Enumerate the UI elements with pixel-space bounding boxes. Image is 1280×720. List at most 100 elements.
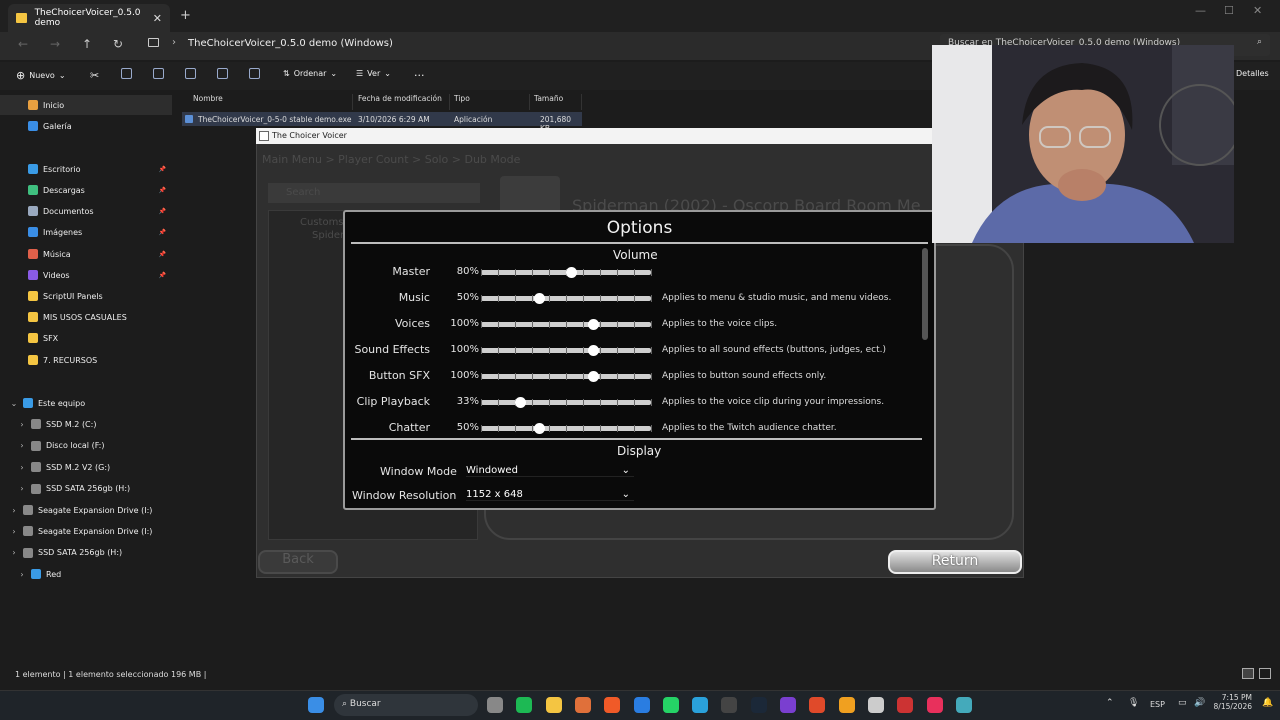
chevron-right-icon[interactable]: › [16,484,28,493]
chevron-right-icon[interactable]: › [16,570,28,579]
chevron-right-icon[interactable]: › [8,506,20,515]
sidebar-item[interactable]: MIS USOS CASUALES [0,307,172,327]
explorer-tab[interactable]: TheChoicerVoicer_0.5.0 demo ✕ [8,4,170,32]
return-button[interactable]: Return [888,550,1022,574]
back-button[interactable]: Back [258,550,338,574]
taskbar-app-icon[interactable] [955,697,972,713]
volume-slider[interactable] [481,397,652,408]
pin-icon[interactable]: 📌 [159,208,166,215]
copy-icon[interactable] [121,68,132,79]
slider-knob[interactable] [515,397,527,408]
drive-item[interactable]: › Disco local (F:) [0,436,172,456]
sidebar-item[interactable]: SFX [0,328,172,348]
refresh-icon[interactable]: ↻ [113,37,123,51]
taskbar-app-icon[interactable] [604,697,621,713]
taskbar-app-icon[interactable] [750,697,767,713]
rename-icon[interactable] [185,68,196,79]
drive-item[interactable]: › Seagate Expansion Drive (I:) [0,521,172,541]
slider-knob[interactable] [566,267,578,278]
options-scrollbar[interactable] [922,248,928,340]
chevron-down-icon[interactable]: ⌄ [8,399,20,408]
pin-icon[interactable]: 📌 [159,166,166,173]
sidebar-item[interactable]: Videos 📌 [0,265,172,285]
drive-item[interactable]: › Red [0,564,172,584]
sidebar-item[interactable]: Inicio [0,95,172,115]
slider-knob[interactable] [588,319,600,330]
file-row[interactable]: TheChoicerVoicer_0-5-0 stable demo.exe 3… [182,112,582,133]
volume-slider[interactable] [481,423,652,434]
taskbar-app-icon[interactable] [838,697,855,713]
taskbar-app-icon[interactable] [780,697,796,713]
minimize-icon[interactable]: — [1195,4,1206,17]
chevron-up-icon[interactable]: ⌃ [1106,698,1114,708]
taskbar-app-icon[interactable] [926,697,943,713]
pin-icon[interactable]: 📌 [159,251,166,258]
close-tab-icon[interactable]: ✕ [153,12,162,25]
resolution-select[interactable]: 1152 x 648 ⌄ [466,489,634,501]
volume-slider[interactable] [481,345,652,356]
window-mode-select[interactable]: Windowed ⌄ [466,465,634,477]
share-icon[interactable] [217,68,228,79]
pin-icon[interactable]: 📌 [159,229,166,236]
column-header-date[interactable]: Fecha de modificación [354,94,450,110]
drive-item[interactable]: › SSD SATA 256gb (H:) [0,479,172,499]
volume-slider[interactable] [481,267,652,278]
start-icon[interactable] [308,697,324,713]
sidebar-item[interactable]: 7. RECURSOS [0,350,172,370]
clock[interactable]: 7:15 PM 8/15/2026 [1212,693,1252,711]
taskbar-app-icon[interactable] [809,697,826,713]
maximize-icon[interactable]: ☐ [1224,4,1234,17]
taskbar-app-icon[interactable] [633,697,650,713]
sidebar-item[interactable]: Escritorio 📌 [0,159,172,179]
back-arrow-icon[interactable]: ← [18,37,28,51]
taskbar-app-icon[interactable] [721,697,738,713]
taskbar-search[interactable]: ⌕ Buscar [334,694,478,716]
language-indicator[interactable]: ESP [1150,700,1165,709]
microphone-icon[interactable]: 🎙 [1128,698,1139,708]
taskbar-app-icon[interactable] [487,697,503,713]
taskbar-app-icon[interactable] [516,697,533,713]
slider-knob[interactable] [533,423,545,434]
slider-knob[interactable] [533,293,545,304]
forward-arrow-icon[interactable]: → [50,37,60,51]
sidebar-item[interactable]: Galería [0,116,172,136]
up-arrow-icon[interactable]: ↑ [82,37,92,51]
more-button[interactable]: ··· [414,69,425,82]
slider-knob[interactable] [588,371,600,382]
new-tab-button[interactable]: + [180,8,191,23]
delete-icon[interactable] [249,68,260,79]
volume-slider[interactable] [481,293,652,304]
taskbar-app-icon[interactable] [867,697,884,713]
chevron-right-icon[interactable]: › [8,548,20,557]
slider-knob[interactable] [588,345,600,356]
paste-icon[interactable] [153,68,164,79]
taskbar-app-icon[interactable] [692,697,709,713]
column-header-name[interactable]: Nombre [189,94,353,110]
new-button[interactable]: ⊕ Nuevo ⌄ [16,69,66,82]
volume-icon[interactable]: 🔊 [1194,698,1205,708]
sidebar-item[interactable]: Música 📌 [0,244,172,264]
chevron-right-icon[interactable]: › [16,441,28,450]
pin-icon[interactable]: 📌 [159,272,166,279]
sidebar-item[interactable]: ScriptUI Panels [0,286,172,306]
sort-button[interactable]: ⇅ Ordenar ⌄ [283,69,337,78]
details-button[interactable]: Detalles [1236,69,1269,78]
volume-slider[interactable] [481,371,652,382]
notification-icon[interactable]: 🔔 [1262,698,1273,708]
drive-item[interactable]: › Seagate Expansion Drive (I:) [0,500,172,520]
sidebar-item[interactable]: Descargas 📌 [0,180,172,200]
pin-icon[interactable]: 📌 [159,187,166,194]
drive-item[interactable]: ⌄ Este equipo [0,393,172,413]
breadcrumb[interactable]: TheChoicerVoicer_0.5.0 demo (Windows) [188,38,393,49]
chevron-right-icon[interactable]: › [16,463,28,472]
column-header-size[interactable]: Tamaño [530,94,582,110]
close-window-icon[interactable]: ✕ [1253,4,1262,17]
tiles-view-icon[interactable] [1259,668,1271,679]
drive-item[interactable]: › SSD M.2 (C:) [0,414,172,434]
details-view-icon[interactable] [1242,668,1254,679]
taskbar-app-icon[interactable] [897,697,914,713]
network-icon[interactable]: ▭ [1178,698,1187,708]
cut-icon[interactable]: ✂ [90,69,99,82]
volume-slider[interactable] [481,319,652,330]
drive-item[interactable]: › SSD SATA 256gb (H:) [0,543,172,563]
